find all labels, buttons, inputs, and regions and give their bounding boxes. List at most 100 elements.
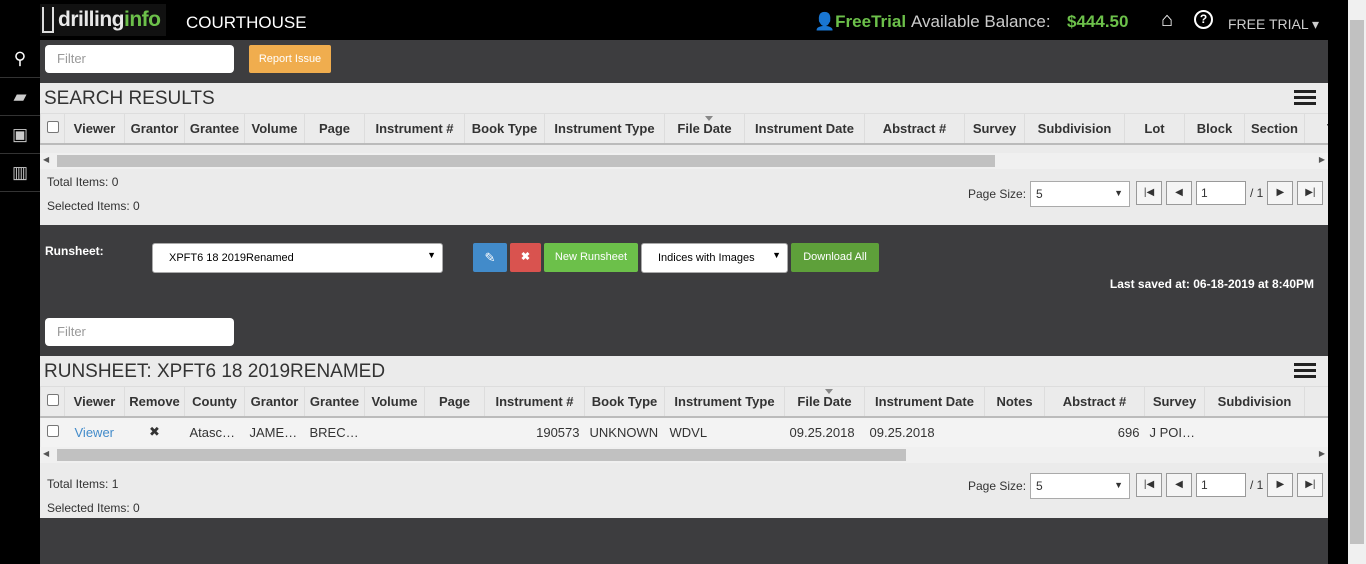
next-page-button[interactable]: ▶	[1267, 472, 1294, 497]
delete-icon[interactable]: ✖	[510, 243, 541, 272]
column-header[interactable]: Book Type	[584, 386, 665, 418]
account-menu[interactable]: FREE TRIAL ▾	[1228, 16, 1319, 33]
column-header[interactable]: Remove	[124, 386, 185, 418]
menu-icon[interactable]	[1294, 360, 1316, 381]
cell-grantee: BREC…	[304, 416, 365, 447]
runsheet-label: Runsheet:	[45, 244, 104, 258]
cell-instrument: 190573	[484, 416, 585, 447]
column-header[interactable]: File Date	[664, 113, 745, 145]
indices-select[interactable]: Indices with Images	[641, 243, 788, 273]
total-items: Total Items: 1	[47, 476, 119, 491]
sidebar: ⚲ ▰ ▣ ▥	[0, 40, 40, 564]
page-size-select[interactable]: 5	[1030, 180, 1131, 207]
row-checkbox[interactable]	[40, 416, 65, 447]
cell-county: Atasc…	[184, 416, 245, 447]
column-header[interactable]: Volume	[244, 113, 305, 145]
runsheet-table: Viewer Remove County Grantor Grantee Volume Pa…	[40, 386, 1328, 447]
vertical-scrollbar[interactable]	[1348, 0, 1366, 564]
table-row[interactable]: Viewer ✖ Atasc… JAME… BREC… 190573 UNKNOWN WDVL…	[40, 416, 1328, 447]
column-header[interactable]: Instrument Date	[744, 113, 865, 145]
first-page-button[interactable]: |◀	[1136, 180, 1162, 205]
horizontal-scrollbar[interactable]: ◀ ▶	[40, 152, 1328, 169]
column-header[interactable]: Page	[304, 113, 365, 145]
column-header[interactable]: Instrument Type	[544, 113, 665, 145]
column-header[interactable]: Instrument #	[484, 386, 585, 418]
logo[interactable]: drilling info	[40, 4, 166, 36]
column-header[interactable]: Viewer	[64, 386, 125, 418]
column-header[interactable]: File Date	[784, 386, 865, 418]
page-size-select[interactable]: 5	[1030, 472, 1131, 499]
next-page-button[interactable]: ▶	[1267, 180, 1294, 205]
column-header[interactable]: Grantor	[124, 113, 185, 145]
column-header[interactable]: Grantee	[304, 386, 365, 418]
column-header[interactable]: To	[1304, 113, 1328, 145]
column-header[interactable]: Survey	[1144, 386, 1205, 418]
search-icon[interactable]: ⚲	[0, 40, 40, 78]
home-icon[interactable]: ⌂	[1161, 9, 1173, 32]
select-all-checkbox[interactable]	[40, 386, 65, 418]
column-header[interactable]: Instrument Date	[864, 386, 985, 418]
runsheet-select[interactable]: XPFT6 18 2019Renamed	[152, 243, 443, 273]
download-all-button[interactable]: Download All	[791, 243, 879, 272]
column-header[interactable]: Subdivision	[1204, 386, 1305, 418]
balance-value: $444.50	[1067, 12, 1129, 31]
runsheet-filter-input[interactable]: Filter	[45, 318, 234, 346]
column-header[interactable]: Lot	[1124, 113, 1185, 145]
page-input[interactable]: 1	[1196, 472, 1246, 497]
column-header[interactable]: Book Type	[464, 113, 545, 145]
user-link[interactable]: 👤FreeTrial	[814, 12, 906, 32]
remove-icon[interactable]: ✖	[124, 416, 185, 447]
book-icon[interactable]: ▰	[0, 78, 40, 116]
selected-items: Selected Items: 0	[47, 500, 140, 515]
logo-text-accent: info	[124, 8, 161, 31]
last-saved: Last saved at: 06-18-2019 at 8:40PM	[1109, 277, 1314, 291]
last-page-button[interactable]: ▶|	[1297, 180, 1324, 205]
cell	[1304, 416, 1328, 447]
map-icon[interactable]: ▥	[0, 154, 40, 192]
prev-page-button[interactable]: ◀	[1166, 472, 1192, 497]
column-header[interactable]: Subdivision	[1024, 113, 1125, 145]
column-header[interactable]: Abstract #	[1044, 386, 1145, 418]
search-results-title: SEARCH RESULTS	[44, 88, 215, 109]
page-count: / 1	[1250, 185, 1264, 200]
user-name: FreeTrial	[835, 12, 907, 31]
prev-page-button[interactable]: ◀	[1166, 180, 1192, 205]
column-header[interactable]: Block	[1184, 113, 1245, 145]
page-input[interactable]: 1	[1196, 180, 1246, 205]
viewer-link[interactable]: Viewer	[64, 416, 125, 447]
runsheet-footer: Total Items: 1 Selected Items: 0 Page Si…	[40, 463, 1328, 519]
column-header[interactable]: Grantee	[184, 113, 245, 145]
balance-label: Available Balance:	[911, 12, 1051, 31]
report-issue-button[interactable]: Report Issue	[249, 45, 331, 73]
menu-icon[interactable]	[1294, 87, 1316, 108]
page-size-label: Page Size:	[968, 186, 1027, 201]
archive-icon[interactable]: ▣	[0, 116, 40, 154]
column-header[interactable]: Abstract #	[864, 113, 965, 145]
runsheet-title: RUNSHEET: XPFT6 18 2019RENAMED	[44, 361, 386, 382]
cell-instrument-date: 09.25.2018	[864, 416, 985, 447]
total-items: Total Items: 0	[47, 174, 119, 189]
help-icon[interactable]: ?	[1194, 10, 1213, 29]
app-title: COURTHOUSE	[186, 13, 307, 32]
new-runsheet-button[interactable]: New Runsheet	[544, 243, 638, 272]
column-header[interactable]: Section	[1244, 113, 1305, 145]
horizontal-scrollbar[interactable]: ◀ ▶	[40, 446, 1328, 463]
cell-notes	[984, 416, 1045, 447]
column-header[interactable]: Notes	[984, 386, 1045, 418]
column-header[interactable]: Instrument #	[364, 113, 465, 145]
column-header[interactable]: Grantor	[244, 386, 305, 418]
filter-input[interactable]: Filter	[45, 45, 234, 73]
first-page-button[interactable]: |◀	[1136, 472, 1162, 497]
column-header[interactable]: Viewer	[64, 113, 125, 145]
edit-icon[interactable]: ✎	[473, 243, 507, 272]
cell-book-type: UNKNOWN	[584, 416, 665, 447]
column-header[interactable]: County	[184, 386, 245, 418]
last-page-button[interactable]: ▶|	[1297, 472, 1324, 497]
runsheet-panel: RUNSHEET: XPFT6 18 2019RENAMED Viewer Rem…	[40, 356, 1328, 518]
column-header[interactable]: Volume	[364, 386, 425, 418]
column-header[interactable]: Survey	[964, 113, 1025, 145]
column-header[interactable]: L	[1304, 386, 1328, 418]
column-header[interactable]: Instrument Type	[664, 386, 785, 418]
column-header[interactable]: Page	[424, 386, 485, 418]
select-all-checkbox[interactable]	[40, 113, 65, 145]
